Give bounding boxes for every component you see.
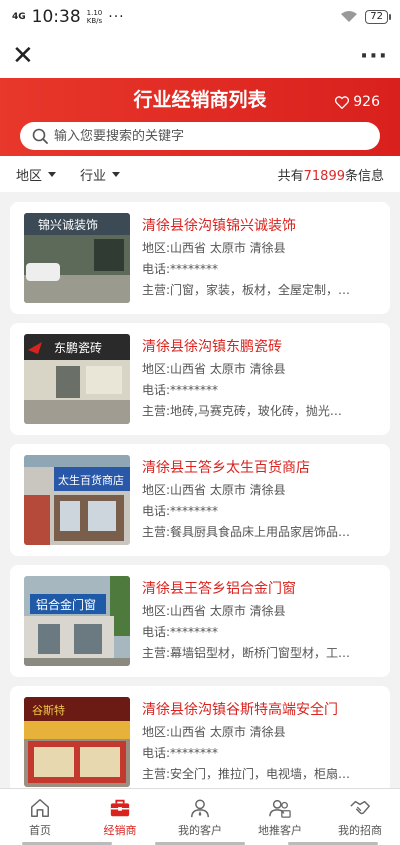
dealer-card[interactable]: 谷斯特 清徐县徐沟镇谷斯特高端安全门 地区:山西省 太原市 清徐县 电话:***… — [10, 686, 390, 798]
caret-down-icon — [48, 171, 57, 177]
sign-text: 铝合金门窗 — [36, 597, 96, 612]
bottom-tab-bar: 首页 经销商 我的客户 地推客户 我的招商 — [0, 788, 400, 845]
heart-icon — [335, 95, 350, 109]
dealer-card[interactable]: 铝合金门窗 清徐县王答乡铝合金门窗 地区:山西省 太原市 清徐县 电话:****… — [10, 565, 390, 677]
dealer-region: 地区:山西省 太原市 清徐县 — [142, 361, 286, 376]
page-header: 行业经销商列表 926 — [0, 78, 400, 156]
dealer-region: 地区:山西省 太原市 清徐县 — [142, 482, 286, 497]
dealer-region: 地区:山西省 太原市 清徐县 — [142, 724, 286, 739]
tab-my-customers[interactable]: 我的客户 — [160, 789, 240, 845]
sign-text: 东鹏瓷砖 — [54, 340, 102, 355]
dealer-thumbnail: 太生百货商店 — [24, 455, 130, 545]
dealer-name[interactable]: 清徐县王答乡太生百货商店 — [142, 458, 376, 478]
dealer-info: 清徐县徐沟镇谷斯特高端安全门 地区:山西省 太原市 清徐县 电话:*******… — [142, 700, 376, 785]
region-filter[interactable]: 地区 — [16, 165, 57, 184]
search-input[interactable] — [54, 128, 368, 144]
more-menu-button[interactable]: ··· — [360, 44, 388, 69]
user-icon — [191, 798, 209, 817]
dealer-name[interactable]: 清徐县王答乡铝合金门窗 — [142, 579, 376, 599]
dealer-business: 主营:安全门，推拉门，电视墙，柜扇… — [142, 766, 351, 781]
handshake-icon — [350, 800, 370, 814]
network-speed: 1.10 KB/s — [86, 9, 103, 25]
sign-text: 太生百货商店 — [58, 473, 124, 487]
sign-text: 锦兴诚装饰 — [38, 218, 98, 232]
dealer-business: 主营:餐具厨具食品床上用品家居饰品… — [142, 524, 351, 539]
tab-my-investment[interactable]: 我的招商 — [320, 789, 400, 845]
tab-dealers[interactable]: 经销商 — [80, 789, 160, 845]
close-icon[interactable]: ✕ — [12, 43, 34, 69]
dealer-thumbnail: 铝合金门窗 — [24, 576, 130, 666]
dealer-phone: 电话:******** — [142, 624, 219, 639]
tab-label: 经销商 — [103, 823, 137, 837]
dealer-info: 清徐县王答乡铝合金门窗 地区:山西省 太原市 清徐县 电话:******** 主… — [142, 579, 376, 664]
total-prefix: 共有 — [277, 168, 304, 184]
total-suffix: 条信息 — [344, 168, 384, 184]
dealer-name[interactable]: 清徐县徐沟镇东鹏瓷砖 — [142, 337, 376, 357]
briefcase-icon — [110, 799, 130, 816]
search-icon — [32, 128, 48, 144]
sign-text: 谷斯特 — [32, 703, 65, 717]
dealer-phone: 电话:******** — [142, 503, 219, 518]
caret-down-icon — [112, 171, 121, 177]
dealer-phone: 电话:******** — [142, 261, 219, 276]
search-bar[interactable] — [20, 122, 380, 150]
dealer-thumbnail: 东鹏瓷砖 — [24, 334, 130, 424]
dealer-info: 清徐县徐沟镇东鹏瓷砖 地区:山西省 太原市 清徐县 电话:******** 主营… — [142, 337, 376, 422]
tab-home[interactable]: 首页 — [0, 789, 80, 845]
dealer-name[interactable]: 清徐县徐沟镇锦兴诚装饰 — [142, 216, 376, 236]
status-bar: 4G 10:38 1.10 KB/s ··· 72 — [0, 0, 400, 34]
dealer-thumbnail: 锦兴诚装饰 — [24, 213, 130, 303]
dealer-card[interactable]: 东鹏瓷砖 清徐县徐沟镇东鹏瓷砖 地区:山西省 太原市 清徐县 电话:******… — [10, 323, 390, 435]
dealer-region: 地区:山西省 太原市 清徐县 — [142, 603, 286, 618]
total-count-text: 共有71899条信息 — [278, 165, 384, 184]
users-icon — [269, 799, 291, 818]
dealer-name[interactable]: 清徐县徐沟镇谷斯特高端安全门 — [142, 700, 376, 720]
likes-button[interactable]: 926 — [335, 94, 380, 110]
region-filter-label: 地区 — [16, 168, 43, 184]
dealer-business: 主营:门窗，家装，板材，全屋定制，… — [142, 282, 351, 297]
nav-bar: ✕ ··· — [0, 34, 400, 78]
total-count: 71899 — [303, 168, 345, 184]
dealer-business: 主营:地砖,马赛克砖，玻化砖，抛光… — [142, 403, 342, 418]
dealer-card[interactable]: 锦兴诚装饰 清徐县徐沟镇锦兴诚装饰 地区:山西省 太原市 清徐县 电话:****… — [10, 202, 390, 314]
status-dots: ··· — [108, 9, 125, 25]
tab-label: 首页 — [29, 823, 51, 837]
network-indicator: 4G — [12, 11, 26, 22]
tab-label: 地推客户 — [258, 823, 302, 837]
industry-filter-label: 行业 — [80, 168, 107, 184]
likes-count: 926 — [353, 94, 380, 110]
dealer-phone: 电话:******** — [142, 382, 219, 397]
tab-promotion-customers[interactable]: 地推客户 — [240, 789, 320, 845]
home-icon — [31, 798, 49, 817]
dealer-info: 清徐县徐沟镇锦兴诚装饰 地区:山西省 太原市 清徐县 电话:******** 主… — [142, 216, 376, 301]
tab-label: 我的客户 — [178, 823, 222, 837]
dealer-phone: 电话:******** — [142, 745, 219, 760]
tab-label: 我的招商 — [338, 823, 382, 837]
dealer-info: 清徐县王答乡太生百货商店 地区:山西省 太原市 清徐县 电话:******** … — [142, 458, 376, 543]
status-time: 10:38 — [31, 7, 81, 27]
industry-filter[interactable]: 行业 — [80, 165, 121, 184]
dealer-list: 锦兴诚装饰 清徐县徐沟镇锦兴诚装饰 地区:山西省 太原市 清徐县 电话:****… — [0, 192, 400, 798]
wifi-icon — [341, 11, 358, 22]
battery-indicator: 72 — [365, 10, 391, 24]
dealer-thumbnail: 谷斯特 — [24, 697, 130, 787]
dealer-card[interactable]: 太生百货商店 清徐县王答乡太生百货商店 地区:山西省 太原市 清徐县 电话:**… — [10, 444, 390, 556]
dealer-business: 主营:幕墙铝型材，断桥门窗型材，工… — [142, 645, 351, 660]
dealer-region: 地区:山西省 太原市 清徐县 — [142, 240, 286, 255]
filter-bar: 地区 行业 共有71899条信息 — [0, 156, 400, 192]
